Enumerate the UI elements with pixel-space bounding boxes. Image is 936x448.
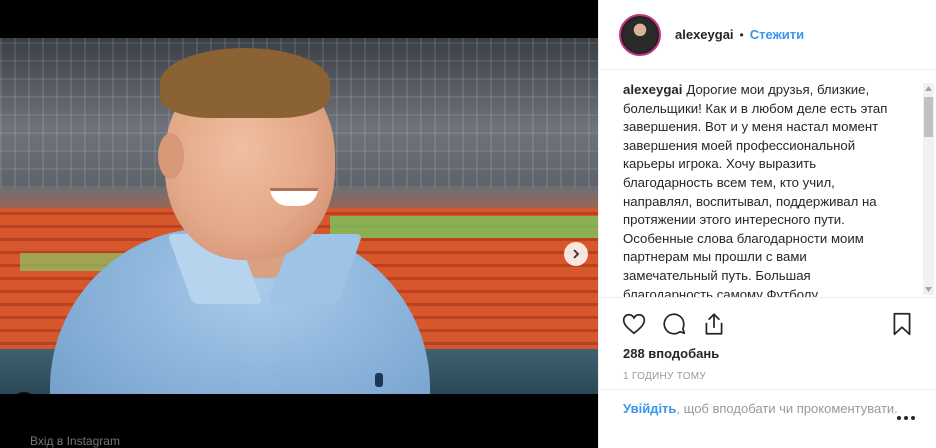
ear (158, 133, 184, 179)
scroll-down-arrow[interactable] (923, 284, 934, 295)
action-icons (599, 298, 936, 338)
username-link[interactable]: alexeygai (675, 27, 734, 42)
caption-area[interactable]: alexeygai Дорогие мои друзья, близкие, бо… (599, 71, 936, 297)
login-to-comment: Увійдіть, щоб вподобати чи прокоментуват… (599, 389, 936, 447)
avatar-image (623, 17, 657, 52)
more-dot (911, 416, 915, 420)
login-link[interactable]: Увійдіть (623, 401, 676, 416)
login-bar-text[interactable]: Вхід в Instagram (30, 434, 120, 448)
bookmark-icon[interactable] (889, 311, 915, 337)
likes-count[interactable]: 288 вподобань (599, 338, 936, 361)
post-timestamp[interactable]: 1 годину тому (599, 361, 936, 382)
chevron-right-icon (573, 249, 580, 259)
avatar[interactable] (619, 13, 661, 56)
post-side-panel: alexeygai • Стежити alexeygai Дорогие мои… (598, 0, 936, 448)
share-icon[interactable] (701, 311, 727, 337)
comment-icon[interactable] (661, 311, 687, 337)
more-options-icon[interactable] (897, 416, 915, 422)
scroll-up-arrow[interactable] (923, 83, 934, 94)
post-photo[interactable] (0, 38, 598, 394)
login-prompt-text: , щоб вподобати чи прокоментувати. (676, 401, 898, 416)
hair (160, 48, 330, 118)
login-bar[interactable]: Вхід в Instagram (0, 434, 598, 448)
scroll-thumb[interactable] (924, 97, 933, 137)
follow-button[interactable]: Стежити (750, 27, 804, 42)
post-actions: 288 вподобань 1 годину тому Увійдіть, що… (599, 297, 936, 447)
heart-icon[interactable] (621, 311, 647, 337)
caption: alexeygai Дорогие мои друзья, близкие, бо… (599, 71, 917, 297)
smiling-man (30, 38, 450, 394)
shirt-logo (375, 373, 383, 387)
caption-text: Дорогие мои друзья, близкие, болельщики!… (623, 82, 888, 297)
next-slide-button[interactable] (564, 242, 588, 266)
caption-scrollbar[interactable] (923, 83, 934, 295)
more-dot (904, 416, 908, 420)
caption-username[interactable]: alexeygai (623, 82, 682, 97)
triangle-down-icon (925, 287, 932, 292)
more-dot (897, 416, 901, 420)
triangle-up-icon (925, 86, 932, 91)
instagram-post-modal: Вхід в Instagram alexeygai • Стежити ale… (0, 0, 936, 448)
separator-dot: • (739, 27, 744, 42)
post-header: alexeygai • Стежити (599, 0, 936, 70)
